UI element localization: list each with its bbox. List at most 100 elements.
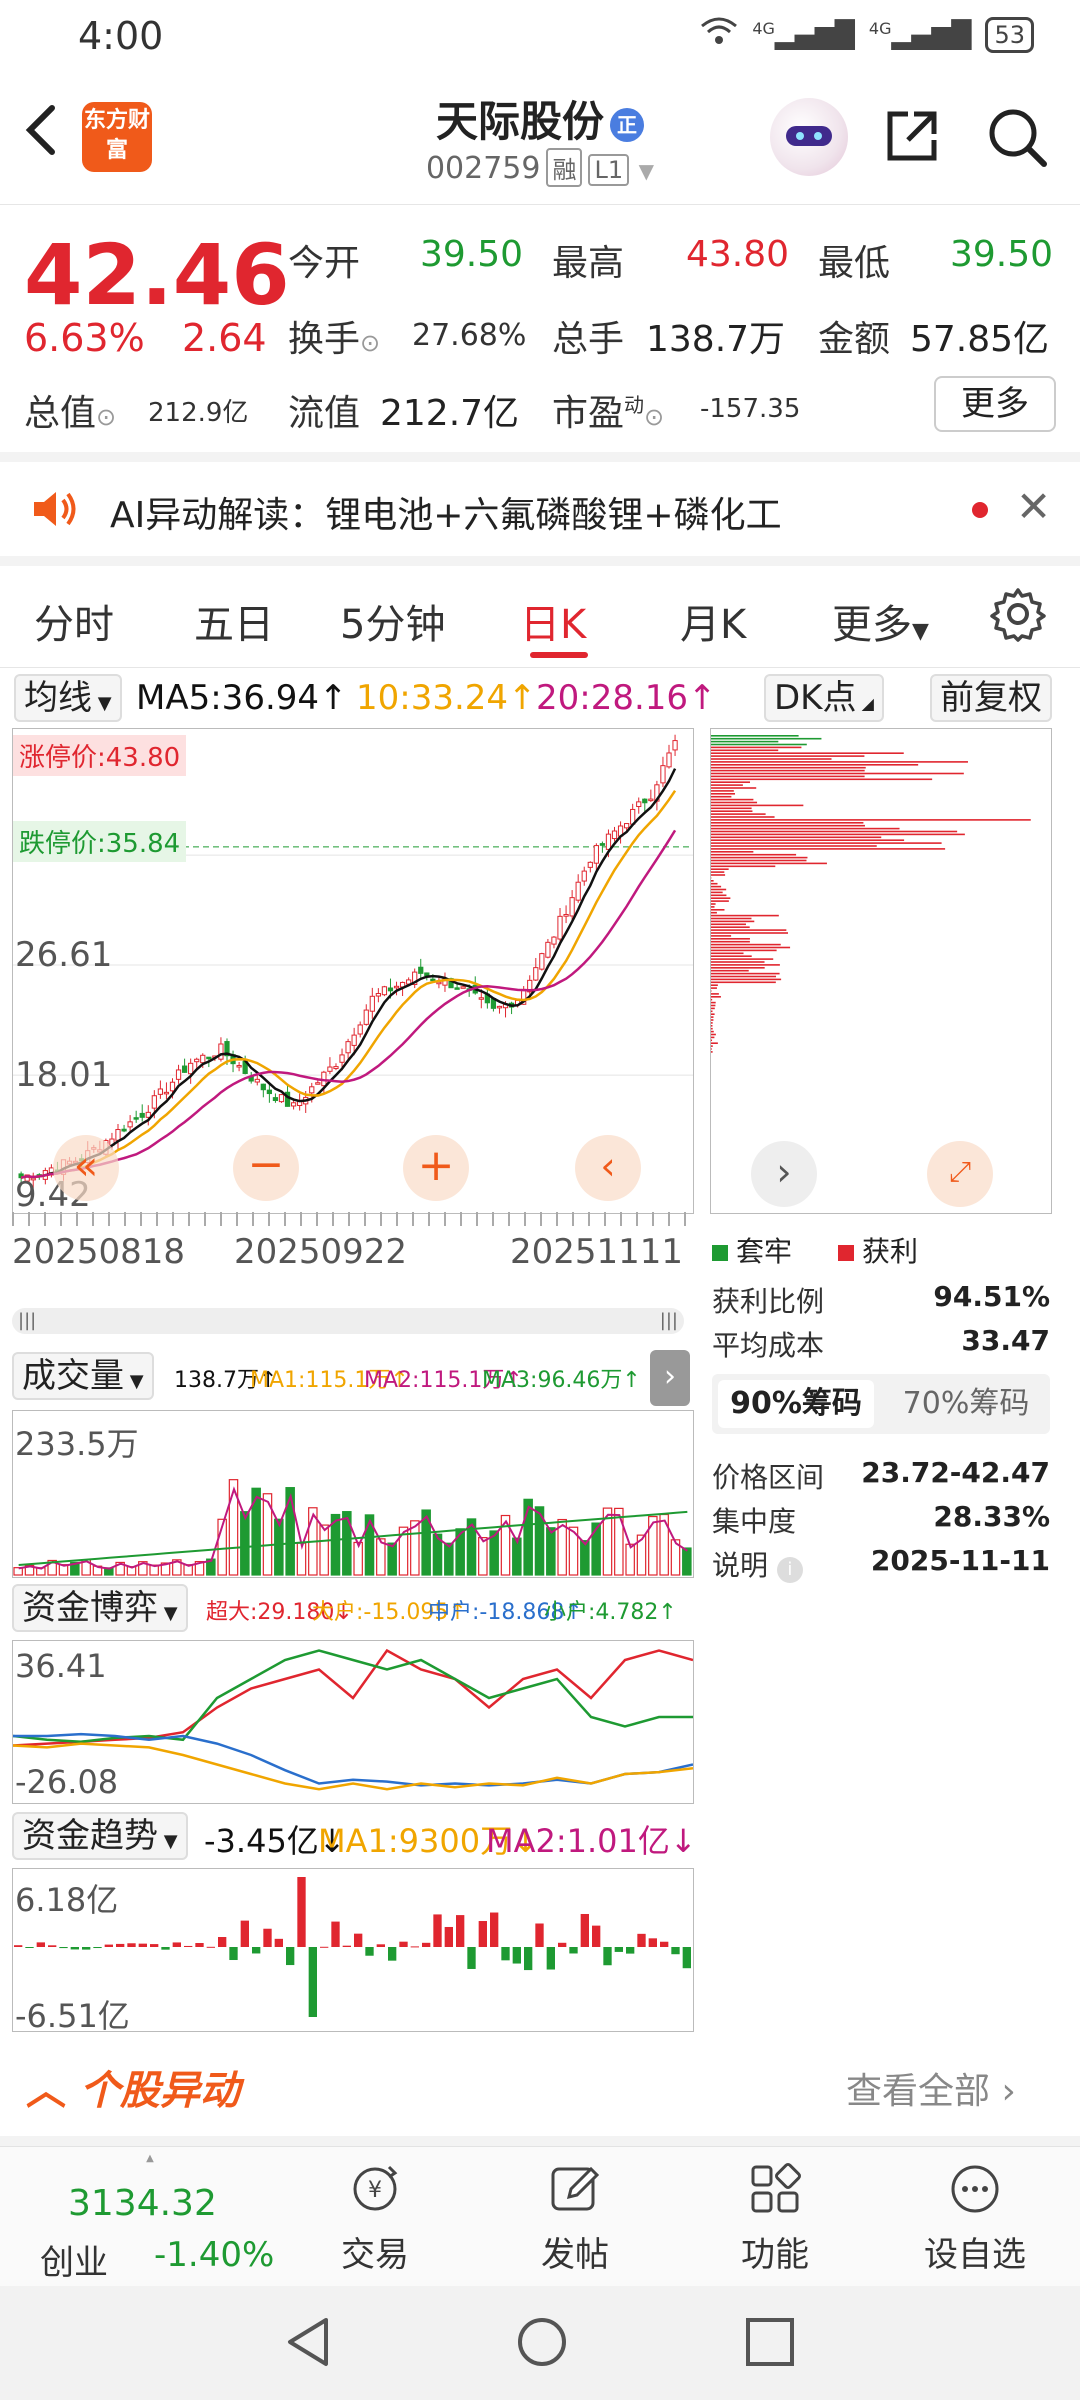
open-value: 39.50	[420, 234, 524, 275]
range-handle-left[interactable]: |||	[18, 1310, 36, 1331]
zoom-out-icon[interactable]: −	[233, 1135, 299, 1201]
fund-trend-bar	[512, 1947, 521, 1964]
market-cap-label: 总值⊙	[24, 393, 117, 434]
search-icon[interactable]	[986, 106, 1048, 168]
chip-bar	[711, 1025, 713, 1027]
chip-bar	[711, 790, 734, 792]
settings-icon[interactable]	[990, 586, 1046, 646]
chip-bar	[711, 964, 780, 966]
status-bar: 4:00 4G▂▄▆█ 4G▂▄▆█ 53	[0, 0, 1080, 76]
nav-trade[interactable]: ¥ 交易	[310, 2161, 440, 2276]
volume-bar	[478, 1537, 488, 1576]
expand-icon[interactable]: ⤢	[927, 1141, 993, 1207]
fund-trend-bar	[263, 1928, 272, 1947]
rewind-icon[interactable]: «	[53, 1135, 119, 1201]
chip-bar	[711, 807, 752, 810]
fund-trend-selector[interactable]: 资金趋势 ▼	[12, 1812, 188, 1860]
fund-game-selector[interactable]: 资金博弈 ▼	[12, 1584, 188, 1632]
tab-chip-90[interactable]: 90%筹码	[718, 1380, 874, 1428]
note-label[interactable]: 说明 i	[712, 1544, 803, 1584]
tab-more[interactable]: 更多▼	[832, 592, 929, 650]
chip-svg	[711, 735, 1031, 1053]
dk-point-button[interactable]: DK点 ◢	[764, 674, 884, 722]
recents-nav-icon[interactable]	[744, 2316, 796, 2372]
candle	[351, 1034, 357, 1046]
fund-trend-bar	[331, 1921, 340, 1947]
expand-indicators-icon[interactable]: ›	[650, 1350, 690, 1406]
fund-trend-bar	[376, 1944, 385, 1947]
chip-bar	[711, 781, 751, 783]
candle	[424, 972, 430, 977]
chip-bar	[711, 772, 964, 775]
fund-trend-bar	[206, 1946, 215, 1948]
fund-trend-bar	[410, 1946, 419, 1948]
volume-bar	[387, 1542, 397, 1576]
kline-chart[interactable]: 涨停价:43.80 跌停价:35.84 26.61 18.01 9.42 « −…	[12, 728, 694, 1215]
fund-trend-bar	[682, 1947, 691, 1969]
fund-trend-bar	[637, 1933, 646, 1947]
home-nav-icon[interactable]	[514, 2314, 570, 2374]
candle	[315, 1082, 321, 1085]
fund-game-min: -26.08	[15, 1763, 119, 1801]
close-icon[interactable]: ✕	[1016, 482, 1051, 531]
ai-assistant-icon[interactable]	[770, 98, 848, 176]
tab-monthly-k[interactable]: 月K	[680, 592, 746, 650]
chip-bar	[711, 801, 758, 804]
nav-post[interactable]: 发帖	[510, 2161, 640, 2276]
chip-bar	[711, 998, 713, 1001]
chip-bar	[711, 749, 779, 752]
movement-header[interactable]: ︿ 个股异动	[26, 2058, 240, 2116]
chip-bar	[711, 737, 822, 740]
chip-distribution-chart[interactable]: › ⤢	[710, 728, 1052, 1214]
ai-alert-bar[interactable]: AI异动解读：锂电池+六氟磷酸锂+磷化工 ✕	[0, 462, 1080, 556]
chip-bar	[711, 1045, 713, 1047]
fund-trend-bar	[14, 1945, 23, 1947]
share-icon[interactable]	[882, 106, 942, 166]
nav-watchlist[interactable]: 设自选	[910, 2161, 1040, 2276]
level-tag: L1	[588, 154, 630, 186]
prev-icon[interactable]: ‹	[575, 1135, 641, 1201]
chip-bar	[711, 755, 865, 757]
chip-bar	[711, 874, 726, 876]
tab-intraday[interactable]: 分时	[34, 592, 114, 650]
fund-trend-bar	[308, 1947, 317, 2017]
tab-daily-k[interactable]: 日K	[520, 592, 586, 650]
candle	[290, 1102, 297, 1107]
fund-game-chart[interactable]: 36.41 -26.08	[12, 1640, 694, 1804]
index-ticker[interactable]: ▲ 3134.32 创业 -1.40%	[20, 2153, 280, 2283]
volume-chart[interactable]: 233.5万	[12, 1410, 694, 1578]
back-nav-icon[interactable]	[282, 2314, 334, 2374]
next-icon[interactable]: ›	[751, 1141, 817, 1207]
adjust-button[interactable]: 前复权	[930, 674, 1052, 722]
note-date: 2025-11-11	[870, 1544, 1050, 1577]
more-quote-button[interactable]: 更多	[934, 376, 1056, 432]
candle	[278, 1094, 285, 1103]
candle	[272, 1097, 279, 1102]
ma-selector[interactable]: 均线 ▼	[14, 674, 122, 722]
stock-code: 002759	[425, 151, 541, 186]
candle	[333, 1066, 339, 1070]
view-all-link[interactable]: 查看全部 ›	[846, 2062, 1016, 2114]
volume-selector[interactable]: 成交量 ▼	[12, 1352, 154, 1400]
candle	[624, 823, 630, 829]
chip-bar	[711, 784, 743, 786]
change-percent: 6.63%	[24, 316, 145, 360]
fund-trend-bar	[614, 1947, 623, 1952]
range-handle-right[interactable]: |||	[660, 1310, 678, 1331]
fund-trend-chart[interactable]: 6.18亿 -6.51亿	[12, 1868, 694, 2035]
tab-5min[interactable]: 5分钟	[340, 592, 445, 650]
nav-functions[interactable]: 功能	[710, 2161, 840, 2276]
tab-five-day[interactable]: 五日	[194, 592, 274, 650]
chip-bar	[711, 816, 775, 818]
fund-trend-bar	[444, 1926, 453, 1947]
fund-trend-max: 6.18亿	[15, 1881, 119, 1919]
tab-chip-70[interactable]: 70%筹码	[888, 1380, 1044, 1428]
open-label: 今开	[288, 243, 361, 284]
fund-trend-bar	[342, 1945, 351, 1947]
zoom-in-icon[interactable]: +	[403, 1135, 469, 1201]
chip-bar	[711, 967, 765, 969]
candle	[157, 1088, 164, 1095]
volume-bar	[455, 1528, 465, 1576]
candle	[345, 1041, 351, 1054]
scroll-range-bar[interactable]: ||| |||	[12, 1308, 684, 1334]
